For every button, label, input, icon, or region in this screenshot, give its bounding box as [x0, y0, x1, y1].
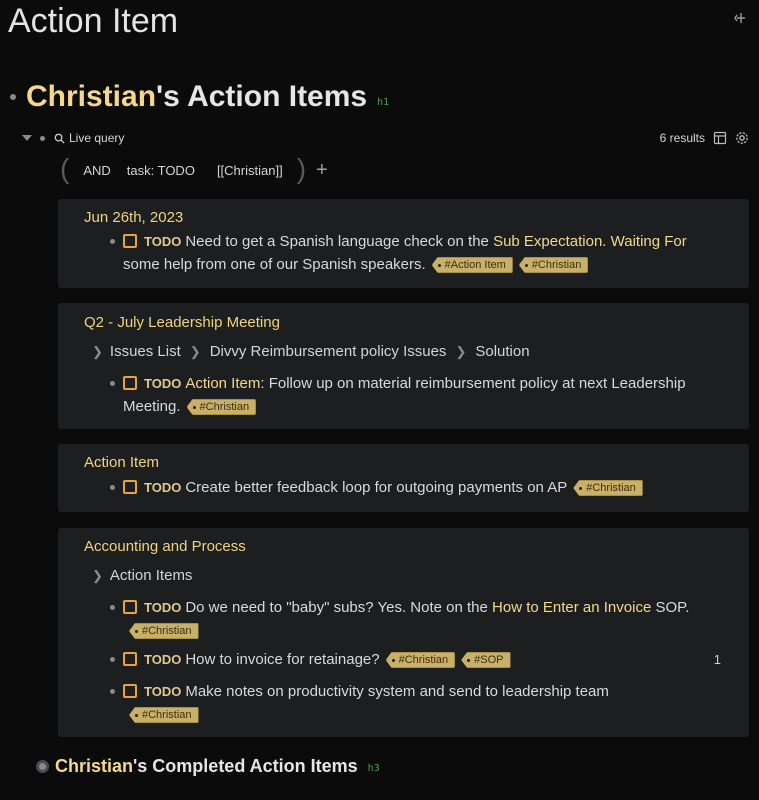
heading-level-tag: h3: [367, 763, 380, 774]
gear-icon[interactable]: [735, 131, 749, 145]
heading-text[interactable]: Christian's Completed Action Items: [55, 756, 358, 777]
heading-text[interactable]: Christian's Action Items: [26, 80, 367, 114]
card-page-title[interactable]: Q2 - July Leadership Meeting: [84, 314, 280, 331]
block-bullet[interactable]: [40, 135, 45, 141]
filter-task-todo[interactable]: task: TODO: [127, 163, 195, 178]
block-bullet[interactable]: [110, 381, 115, 386]
todo-marker[interactable]: TODO: [144, 480, 181, 495]
table-view-icon[interactable]: [713, 131, 727, 145]
chevron-right-icon: ❯: [92, 343, 103, 359]
breadcrumb-item[interactable]: Action Items: [110, 567, 193, 584]
card-page-title[interactable]: Accounting and Process: [84, 538, 246, 555]
todo-marker[interactable]: TODO: [144, 652, 181, 667]
chevron-right-icon: ❯: [189, 343, 201, 359]
result-card: Action Item TODO Create better feedback l…: [58, 444, 749, 512]
breadcrumb-item[interactable]: Divvy Reimbursement policy Issues: [210, 343, 447, 360]
todo-marker[interactable]: TODO: [144, 376, 181, 391]
todo-marker[interactable]: TODO: [144, 684, 181, 699]
filter-page-christian[interactable]: [[Christian]]: [217, 163, 283, 178]
result-card: Accounting and Process ❯ Action Items TO…: [58, 528, 749, 737]
search-icon: [54, 133, 65, 144]
tag-christian[interactable]: #Christian: [186, 399, 257, 415]
block-bullet[interactable]: [10, 94, 16, 100]
page-link[interactable]: Sub Expectation. Waiting For: [493, 233, 687, 250]
tag-christian[interactable]: #Christian: [129, 707, 199, 723]
task-checkbox[interactable]: [123, 480, 137, 494]
breadcrumb: ❯ Issues List ❯ Divvy Reimbursement poli…: [92, 343, 530, 360]
block-bullet[interactable]: [110, 239, 115, 244]
tag-action-item[interactable]: #Action Item: [431, 257, 513, 273]
task-checkbox[interactable]: [123, 684, 137, 698]
tag-christian[interactable]: #Christian: [573, 480, 643, 496]
heading-block: Christian's Completed Action Items h3: [36, 756, 380, 777]
tag-christian[interactable]: #Christian: [385, 652, 456, 668]
heading-block: Christian's Action Items h1: [10, 80, 389, 114]
add-filter-button[interactable]: +: [316, 159, 328, 182]
card-page-title[interactable]: Jun 26th, 2023: [84, 209, 183, 226]
task-item: TODO Need to get a Spanish language check…: [110, 230, 719, 276]
query-header: Live query 6 results: [22, 131, 749, 145]
page-link[interactable]: Action Item: [185, 375, 260, 392]
results-count: 6 results: [659, 131, 705, 145]
chevron-right-icon: ❯: [92, 567, 103, 583]
task-checkbox[interactable]: [123, 376, 137, 390]
reference-count[interactable]: 1: [714, 648, 721, 671]
query-filter-builder: ( AND task: TODO [[Christian]] ) +: [60, 152, 328, 184]
todo-marker[interactable]: TODO: [144, 600, 181, 615]
breadcrumb-item[interactable]: Solution: [475, 343, 529, 360]
right-sidebar-toggle-icon[interactable]: [731, 10, 749, 28]
block-bullet[interactable]: [110, 657, 115, 662]
task-item: TODO Create better feedback loop for outg…: [110, 476, 719, 499]
result-card: Q2 - July Leadership Meeting ❯ Issues Li…: [58, 303, 749, 429]
heading-level-tag: h1: [377, 96, 390, 108]
block-bullet[interactable]: [110, 485, 115, 490]
tag-sop[interactable]: #SOP: [461, 652, 511, 668]
task-checkbox[interactable]: [123, 652, 137, 666]
todo-marker[interactable]: TODO: [144, 234, 181, 249]
task-item: TODO Do we need to "baby" subs? Yes. Note…: [110, 596, 719, 642]
page-ref-christian[interactable]: Christian: [55, 756, 133, 776]
query-label: Live query: [69, 131, 125, 145]
tag-christian[interactable]: #Christian: [518, 257, 589, 273]
page-ref-christian[interactable]: Christian: [26, 80, 156, 113]
task-item: TODO Action Item: Follow up on material r…: [110, 372, 719, 418]
collapse-caret-icon[interactable]: [22, 135, 32, 141]
task-item: TODO How to invoice for retainage? #Christ…: [110, 648, 721, 671]
breadcrumb: ❯ Action Items: [92, 567, 192, 584]
page-title: Action Item: [8, 2, 179, 40]
chevron-right-icon: ❯: [455, 343, 467, 359]
page-link[interactable]: How to Enter an Invoice: [492, 599, 651, 616]
block-bullet[interactable]: [110, 689, 115, 694]
breadcrumb-item[interactable]: Issues List: [110, 343, 181, 360]
collapsed-block-bullet[interactable]: [36, 760, 49, 773]
tag-christian[interactable]: #Christian: [129, 623, 199, 639]
block-bullet[interactable]: [110, 605, 115, 610]
card-page-title[interactable]: Action Item: [84, 454, 159, 471]
task-checkbox[interactable]: [123, 600, 137, 614]
result-card: Jun 26th, 2023 TODO Need to get a Spanish…: [58, 199, 749, 288]
filter-operator[interactable]: AND: [83, 163, 110, 178]
task-item: TODO Make notes on productivity system an…: [110, 680, 719, 726]
task-checkbox[interactable]: [123, 234, 137, 248]
